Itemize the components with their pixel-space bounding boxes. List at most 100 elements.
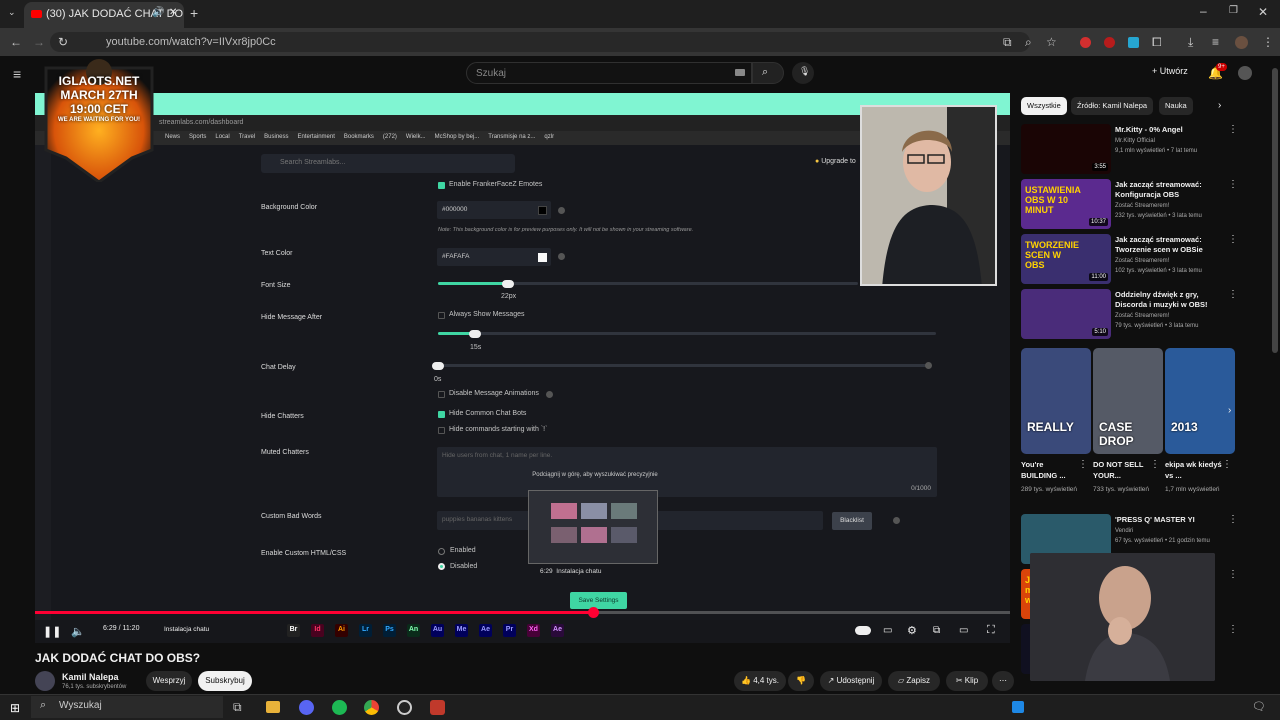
close-window-icon[interactable]: ✕ xyxy=(1258,5,1268,19)
forward-icon[interactable]: → xyxy=(33,35,45,49)
rec-channel[interactable]: Vendiri xyxy=(1115,526,1227,536)
rec-menu-icon[interactable]: ⋮ xyxy=(1228,289,1238,300)
short-menu-icon[interactable]: ⋮ xyxy=(1222,459,1232,470)
keyboard-icon[interactable] xyxy=(735,69,745,76)
like-button[interactable]: 👍 4,4 tys. xyxy=(734,671,786,691)
rec-menu-icon[interactable]: ⋮ xyxy=(1228,234,1238,245)
autoplay-toggle[interactable] xyxy=(855,626,871,635)
create-button[interactable]: + Utwórz xyxy=(1152,66,1188,76)
app-icon[interactable] xyxy=(430,700,445,715)
rec-title[interactable]: Oddzielny dźwięk z gry, Discorda i muzyk… xyxy=(1115,290,1227,310)
voice-search-button[interactable]: 🎙 xyxy=(792,62,814,84)
share-button[interactable]: ↗ Udostępnij xyxy=(820,671,882,691)
shorts-next-icon[interactable]: › xyxy=(1228,405,1231,416)
chip-learning[interactable]: Nauka xyxy=(1159,97,1193,115)
extension-icon[interactable] xyxy=(1128,37,1139,48)
file-explorer-icon[interactable] xyxy=(266,701,280,713)
task-view-icon[interactable]: ⧉ xyxy=(233,700,242,715)
extension-icon[interactable] xyxy=(1104,37,1115,48)
rec-channel[interactable]: Mr.Kitty Official xyxy=(1115,136,1227,146)
bookmark-star-icon[interactable]: ☆ xyxy=(1046,35,1057,49)
chip-all[interactable]: Wszystkie xyxy=(1021,97,1067,115)
dislike-button[interactable]: 👎 xyxy=(788,671,814,691)
theater-icon[interactable]: ▭ xyxy=(959,625,968,636)
short-title[interactable]: DO NOT SELL YOUR... xyxy=(1093,459,1153,481)
rec-channel[interactable]: Zostać Streamerem! xyxy=(1115,201,1227,211)
extensions-puzzle-icon[interactable]: ⧠ xyxy=(1152,35,1162,50)
extension-icon[interactable] xyxy=(1080,37,1091,48)
short-title[interactable]: You're BUILDING ... xyxy=(1021,459,1081,481)
save-button[interactable]: ▱ Zapisz xyxy=(888,671,940,691)
search-button[interactable]: ⌕ xyxy=(752,62,784,84)
fullscreen-icon[interactable]: ⛶ xyxy=(987,624,995,637)
windows-start-icon[interactable]: ⊞ xyxy=(10,701,20,715)
captions-icon[interactable]: ▭ xyxy=(883,625,892,636)
obs-icon[interactable] xyxy=(397,700,412,715)
short-menu-icon[interactable]: ⋮ xyxy=(1150,459,1160,470)
windows-search-box[interactable]: ⌕ Wyszukaj xyxy=(31,696,223,718)
notifications-icon[interactable]: 🗨 xyxy=(1252,700,1266,713)
channel-name[interactable]: Kamil Nalepa xyxy=(62,672,119,682)
rec-menu-icon[interactable]: ⋮ xyxy=(1228,624,1238,635)
clip-button[interactable]: ✂ Klip xyxy=(946,671,988,691)
settings-gear-icon[interactable]: ⚙ xyxy=(907,624,917,637)
rec-menu-icon[interactable]: ⋮ xyxy=(1228,179,1238,190)
menu-dots-icon[interactable]: ⋮ xyxy=(1262,35,1274,49)
new-tab-icon[interactable]: + xyxy=(190,5,198,21)
rec-menu-icon[interactable]: ⋮ xyxy=(1228,569,1238,580)
rec-channel[interactable]: Zostać Streamerem! xyxy=(1115,256,1227,266)
chapter-label[interactable]: Instalacja chatu xyxy=(164,626,209,633)
zoom-icon[interactable]: ⌕ xyxy=(1025,35,1032,50)
rec-channel[interactable]: Zostać Streamerem! xyxy=(1115,311,1227,321)
short-thumbnail[interactable]: 2013 xyxy=(1165,348,1235,454)
miniplayer-icon[interactable]: ⧉ xyxy=(933,625,940,636)
progress-bar[interactable] xyxy=(35,607,1010,618)
short-thumbnail[interactable]: REALLY xyxy=(1021,348,1091,454)
video-player[interactable]: streamlabs.com/dashboard News Sports Local… xyxy=(35,93,1010,643)
search-input[interactable]: Szukaj xyxy=(466,62,752,84)
tray-icon[interactable] xyxy=(1012,701,1024,713)
speaker-icon[interactable]: 🔊 xyxy=(152,7,164,18)
maximize-icon[interactable]: ❐ xyxy=(1229,5,1238,16)
account-avatar[interactable] xyxy=(1238,66,1252,80)
short-title[interactable]: ekipa wk kiedyś vs ... xyxy=(1165,459,1225,481)
page-scrollbar[interactable] xyxy=(1272,68,1278,353)
rec-menu-icon[interactable]: ⋮ xyxy=(1228,124,1238,135)
subscribe-button[interactable]: Subskrybuj xyxy=(198,671,252,691)
back-icon[interactable]: ← xyxy=(10,35,22,49)
rec-title[interactable]: Jak zacząć streamować: Tworzenie scen w … xyxy=(1115,235,1227,255)
more-actions-button[interactable]: ⋯ xyxy=(992,671,1014,691)
download-icon[interactable]: ⤓ xyxy=(1188,35,1193,50)
rec-thumbnail[interactable]: 3:55 xyxy=(1021,124,1111,174)
tab-list-icon[interactable]: ⌄ xyxy=(8,7,16,18)
discord-icon[interactable] xyxy=(299,700,314,715)
hamburger-icon[interactable]: ≡ xyxy=(13,66,21,82)
rec-thumbnail[interactable]: 5:10 xyxy=(1021,289,1111,339)
cast-icon[interactable]: ⧉ xyxy=(1003,35,1012,50)
minimize-icon[interactable]: – xyxy=(1200,4,1207,18)
browser-tab[interactable]: (30) JAK DODAĆ CHAT DO 🔊 ✕ xyxy=(24,2,184,28)
channel-avatar[interactable] xyxy=(35,671,55,691)
scrub-handle[interactable] xyxy=(587,607,599,618)
volume-icon[interactable]: 🔈 xyxy=(71,625,85,638)
short-thumbnail[interactable]: CASE DROP xyxy=(1093,348,1163,454)
profile-avatar[interactable] xyxy=(1235,36,1248,49)
reading-list-icon[interactable]: ≡ xyxy=(1212,35,1219,49)
rec-thumbnail[interactable]: TWORZENIE SCEN W OBS 11:00 xyxy=(1021,234,1111,284)
info-icon xyxy=(558,253,565,260)
support-button[interactable]: Wesprzyj xyxy=(146,671,192,691)
rec-title[interactable]: 'PRESS Q' MASTER YI xyxy=(1115,515,1227,525)
close-tab-icon[interactable]: ✕ xyxy=(169,7,177,18)
reload-icon[interactable]: ↻ xyxy=(58,35,68,49)
rec-menu-icon[interactable]: ⋮ xyxy=(1228,514,1238,525)
rec-title[interactable]: Mr.Kitty - 0% Angel xyxy=(1115,125,1227,135)
url-field[interactable]: youtube.com/watch?v=IIVxr8jp0Cc xyxy=(50,32,1030,52)
rec-title[interactable]: Jak zacząć streamować: Konfiguracja OBS xyxy=(1115,180,1227,200)
chevron-right-icon[interactable]: › xyxy=(1218,100,1221,111)
app-icon[interactable] xyxy=(332,700,347,715)
chrome-icon[interactable] xyxy=(364,700,379,715)
rec-thumbnail[interactable]: USTAWIENIA OBS W 10 MINUT 10:37 xyxy=(1021,179,1111,229)
short-menu-icon[interactable]: ⋮ xyxy=(1078,459,1088,470)
chip-source[interactable]: Źródło: Kamil Nalepa xyxy=(1071,97,1154,115)
play-pause-icon[interactable]: ❚❚ xyxy=(43,625,61,638)
